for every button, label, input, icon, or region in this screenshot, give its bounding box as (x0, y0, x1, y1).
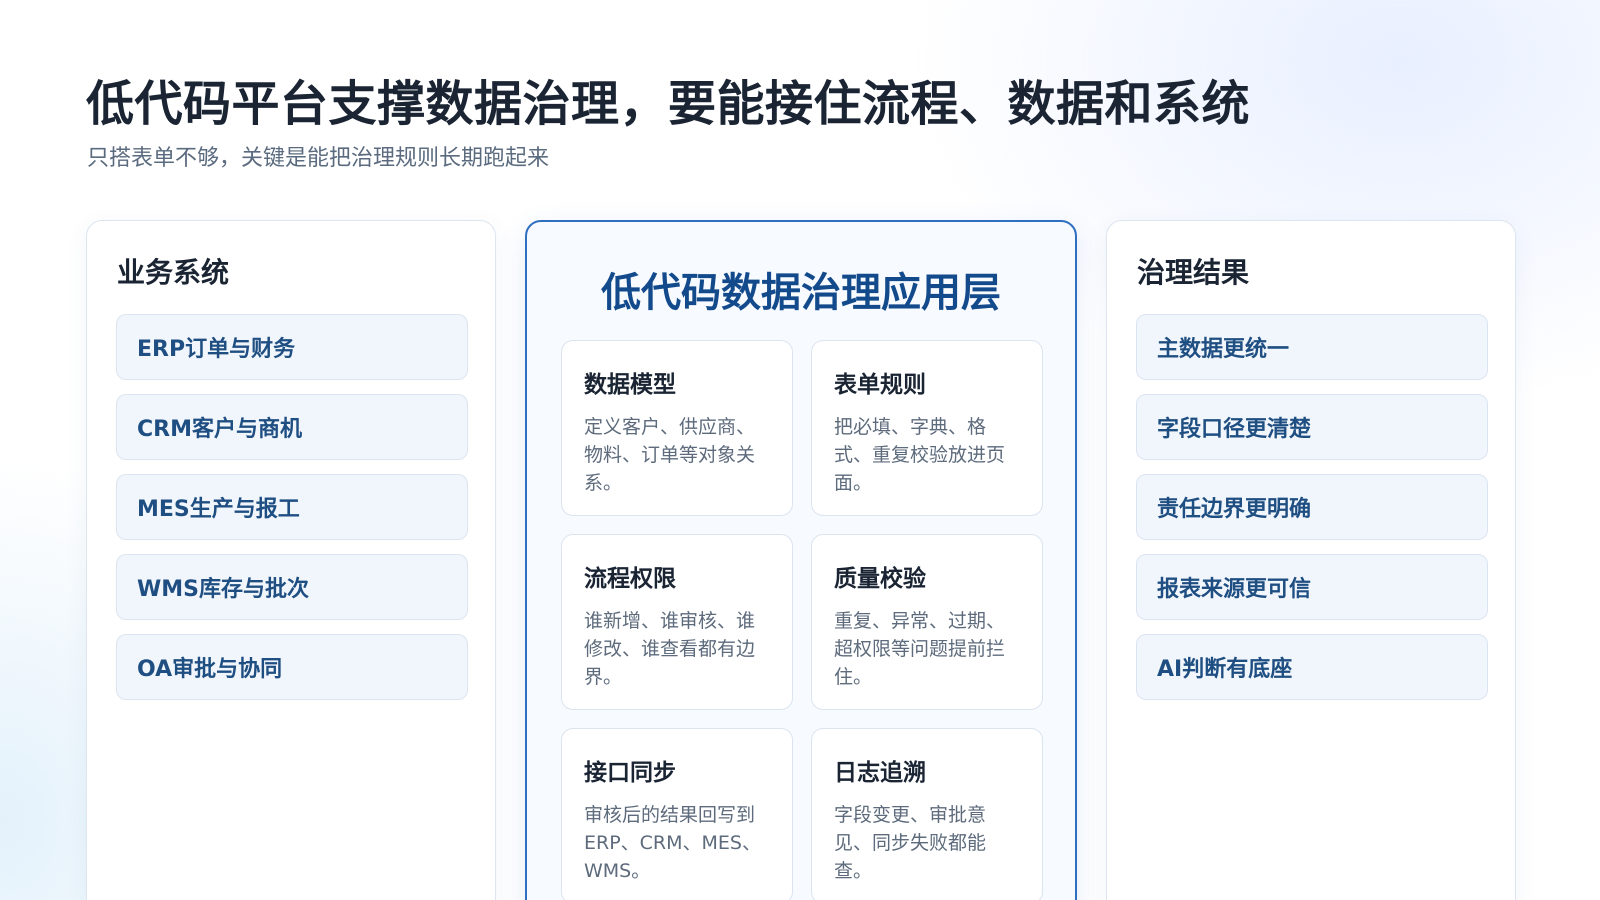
capability-card-desc: 重复、异常、过期、超权限等问题提前拦住。 (834, 610, 1006, 688)
business-systems-heading: 业务系统 (117, 256, 230, 289)
result-item-ai-foundation: AI判断有底座 (1136, 634, 1488, 700)
page-title: 低代码平台支撑数据治理，要能接住流程、数据和系统 (86, 76, 1251, 132)
capability-card-quality-check: 质量校验 重复、异常、过期、超权限等问题提前拦住。 (811, 534, 1043, 710)
capability-card-title: 表单规则 (834, 372, 926, 398)
capability-card-title: 数据模型 (584, 372, 676, 398)
capability-card-workflow-permissions: 流程权限 谁新增、谁审核、谁修改、谁查看都有边界。 (561, 534, 793, 710)
result-item-trusted-reports: 报表来源更可信 (1136, 554, 1488, 620)
system-item-wms: WMS库存与批次 (116, 554, 468, 620)
capability-card-interface-sync: 接口同步 审核后的结果回写到ERP、CRM、MES、WMS。 (561, 728, 793, 900)
system-item-mes: MES生产与报工 (116, 474, 468, 540)
capability-card-desc: 审核后的结果回写到ERP、CRM、MES、WMS。 (584, 804, 761, 882)
business-systems-list: ERP订单与财务 CRM客户与商机 MES生产与报工 WMS库存与批次 OA审批… (116, 314, 468, 714)
governance-results-heading: 治理结果 (1137, 256, 1250, 289)
result-item-unified-master-data: 主数据更统一 (1136, 314, 1488, 380)
system-item-erp: ERP订单与财务 (116, 314, 468, 380)
capability-card-desc: 定义客户、供应商、物料、订单等对象关系。 (584, 416, 756, 494)
capability-card-title: 流程权限 (584, 566, 676, 592)
system-item-crm: CRM客户与商机 (116, 394, 468, 460)
capability-card-desc: 把必填、字典、格式、重复校验放进页面。 (834, 416, 1006, 494)
governance-results-panel: 治理结果 主数据更统一 字段口径更清楚 责任边界更明确 报表来源更可信 AI判断… (1106, 220, 1516, 900)
result-item-clear-responsibility: 责任边界更明确 (1136, 474, 1488, 540)
governance-results-list: 主数据更统一 字段口径更清楚 责任边界更明确 报表来源更可信 AI判断有底座 (1136, 314, 1488, 714)
business-systems-panel: 业务系统 ERP订单与财务 CRM客户与商机 MES生产与报工 WMS库存与批次… (86, 220, 496, 900)
capability-card-desc: 字段变更、审批意见、同步失败都能查。 (834, 804, 987, 882)
capability-card-desc: 谁新增、谁审核、谁修改、谁查看都有边界。 (584, 610, 756, 688)
capability-card-log-tracing: 日志追溯 字段变更、审批意见、同步失败都能查。 (811, 728, 1043, 900)
page-subtitle: 只搭表单不够，关键是能把治理规则长期跑起来 (87, 146, 550, 171)
capability-card-form-rules: 表单规则 把必填、字典、格式、重复校验放进页面。 (811, 340, 1043, 516)
capability-card-data-model: 数据模型 定义客户、供应商、物料、订单等对象关系。 (561, 340, 793, 516)
capability-card-title: 质量校验 (834, 566, 926, 592)
capability-grid: 数据模型 定义客户、供应商、物料、订单等对象关系。 表单规则 把必填、字典、格式… (561, 340, 1043, 900)
system-item-oa: OA审批与协同 (116, 634, 468, 700)
capability-card-title: 接口同步 (584, 760, 676, 786)
capability-card-title: 日志追溯 (834, 760, 926, 786)
lowcode-governance-layer-panel: 低代码数据治理应用层 数据模型 定义客户、供应商、物料、订单等对象关系。 表单规… (525, 220, 1077, 900)
result-item-clear-field-definitions: 字段口径更清楚 (1136, 394, 1488, 460)
lowcode-governance-heading: 低代码数据治理应用层 (601, 270, 1001, 316)
